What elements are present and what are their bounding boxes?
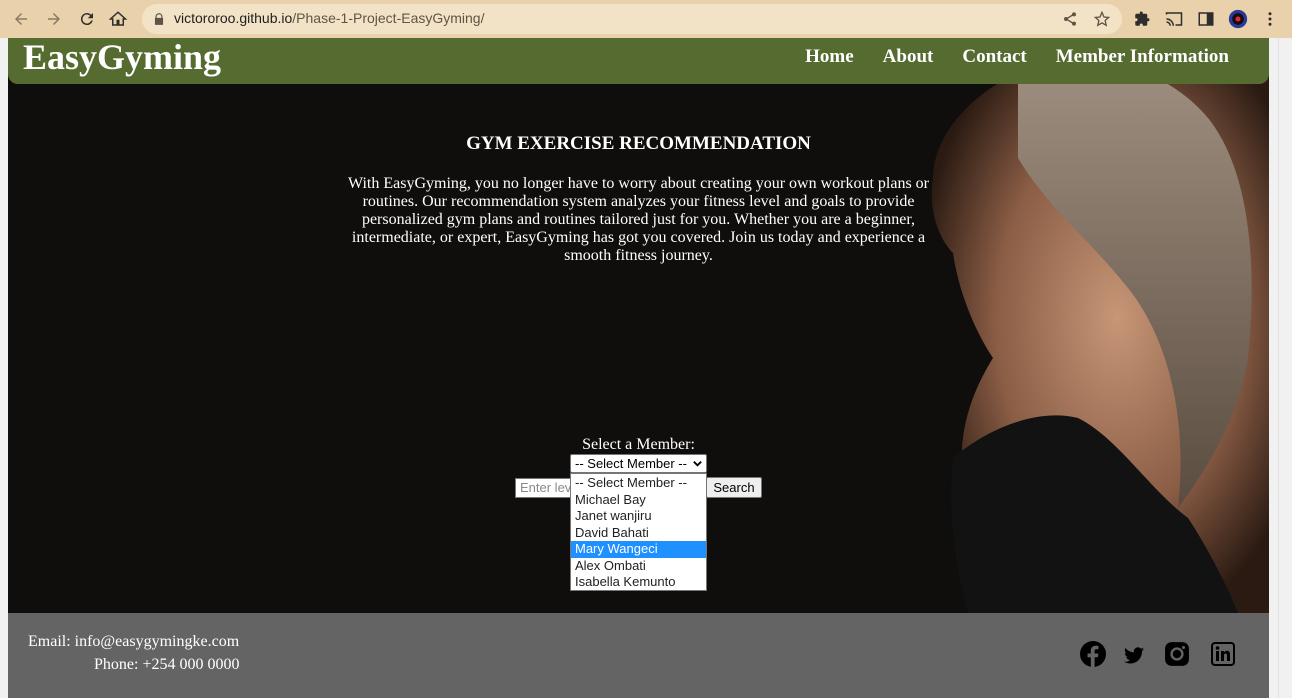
url-text: victororoo.github.io/Phase-1-Project-Eas…	[174, 10, 484, 26]
page-viewport: EasyGyming Home About Contact Member Inf…	[0, 38, 1292, 698]
url-host: victororoo.github.io	[174, 10, 293, 26]
home-button[interactable]	[106, 7, 130, 31]
reload-button[interactable]	[75, 7, 99, 31]
arrow-right-icon	[48, 13, 60, 25]
reload-icon	[80, 13, 93, 26]
kebab-menu-icon	[1268, 12, 1272, 26]
chevron-down-icon	[693, 461, 702, 467]
instagram-link[interactable]	[1164, 641, 1190, 667]
avatar-icon	[1228, 9, 1248, 29]
cast-button[interactable]	[1164, 9, 1184, 29]
extensions-button[interactable]	[1132, 9, 1152, 29]
intro-text: With EasyGyming, you no longer have to w…	[347, 175, 929, 264]
footer-email: Email: info@easygymingke.com	[28, 633, 240, 650]
site-header: EasyGyming Home About Contact Member Inf…	[8, 38, 1269, 84]
profile-avatar[interactable]	[1228, 9, 1248, 29]
linkedin-icon	[1211, 642, 1235, 666]
member-select-label: Select a Member:	[582, 436, 695, 453]
member-option[interactable]: David Bahati	[571, 525, 706, 542]
nav-contact[interactable]: Contact	[962, 46, 1026, 68]
facebook-link[interactable]	[1080, 641, 1106, 667]
member-select-dropdown: -- Select Member -- Michael Bay Janet wa…	[570, 473, 707, 591]
footer-phone: Phone: +254 000 0000	[94, 656, 240, 673]
site-logo[interactable]: EasyGyming	[23, 38, 221, 78]
browser-menu-button[interactable]	[1260, 9, 1280, 29]
home-icon	[109, 11, 127, 26]
main-nav: Home About Contact Member Information	[805, 46, 1229, 68]
nav-about[interactable]: About	[883, 46, 934, 68]
back-button[interactable]	[9, 7, 33, 31]
address-bar[interactable]: victororoo.github.io/Phase-1-Project-Eas…	[142, 4, 1122, 34]
twitter-icon	[1123, 647, 1145, 664]
level-input[interactable]: Enter lev	[515, 478, 575, 498]
page-scrollbar[interactable]	[1278, 38, 1292, 698]
page-title: GYM EXERCISE RECOMMENDATION	[466, 133, 811, 154]
member-option[interactable]: Alex Ombati	[571, 558, 706, 575]
instagram-icon	[1165, 642, 1189, 666]
twitter-link[interactable]	[1122, 645, 1146, 667]
level-input-placeholder: Enter lev	[520, 480, 572, 495]
side-panel-icon	[1198, 12, 1214, 26]
member-option[interactable]: Janet wanjiru	[571, 508, 706, 525]
member-option[interactable]: -- Select Member --	[571, 475, 706, 492]
member-option-highlighted[interactable]: Mary Wangeci	[571, 541, 706, 558]
member-select-value: -- Select Member --	[575, 456, 687, 471]
facebook-icon	[1080, 641, 1106, 667]
member-option[interactable]: Michael Bay	[571, 492, 706, 509]
search-button[interactable]: Search	[706, 477, 762, 498]
nav-member-information[interactable]: Member Information	[1056, 46, 1229, 68]
member-select[interactable]: -- Select Member --	[570, 454, 707, 473]
linkedin-link[interactable]	[1210, 641, 1236, 667]
share-icon[interactable]	[1062, 11, 1078, 27]
side-panel-button[interactable]	[1196, 9, 1216, 29]
lock-icon	[154, 13, 164, 25]
cast-icon	[1165, 12, 1183, 26]
arrow-left-icon	[15, 13, 27, 25]
site-footer: Email: info@easygymingke.com Phone: +254…	[8, 613, 1269, 698]
forward-button[interactable]	[42, 7, 66, 31]
puzzle-icon	[1135, 11, 1150, 26]
nav-home[interactable]: Home	[805, 46, 854, 68]
bookmark-star-icon[interactable]	[1094, 11, 1110, 27]
member-option[interactable]: Isabella Kemunto	[571, 574, 706, 591]
browser-toolbar: victororoo.github.io/Phase-1-Project-Eas…	[0, 0, 1292, 38]
url-path: /Phase-1-Project-EasyGyming/	[292, 10, 485, 26]
